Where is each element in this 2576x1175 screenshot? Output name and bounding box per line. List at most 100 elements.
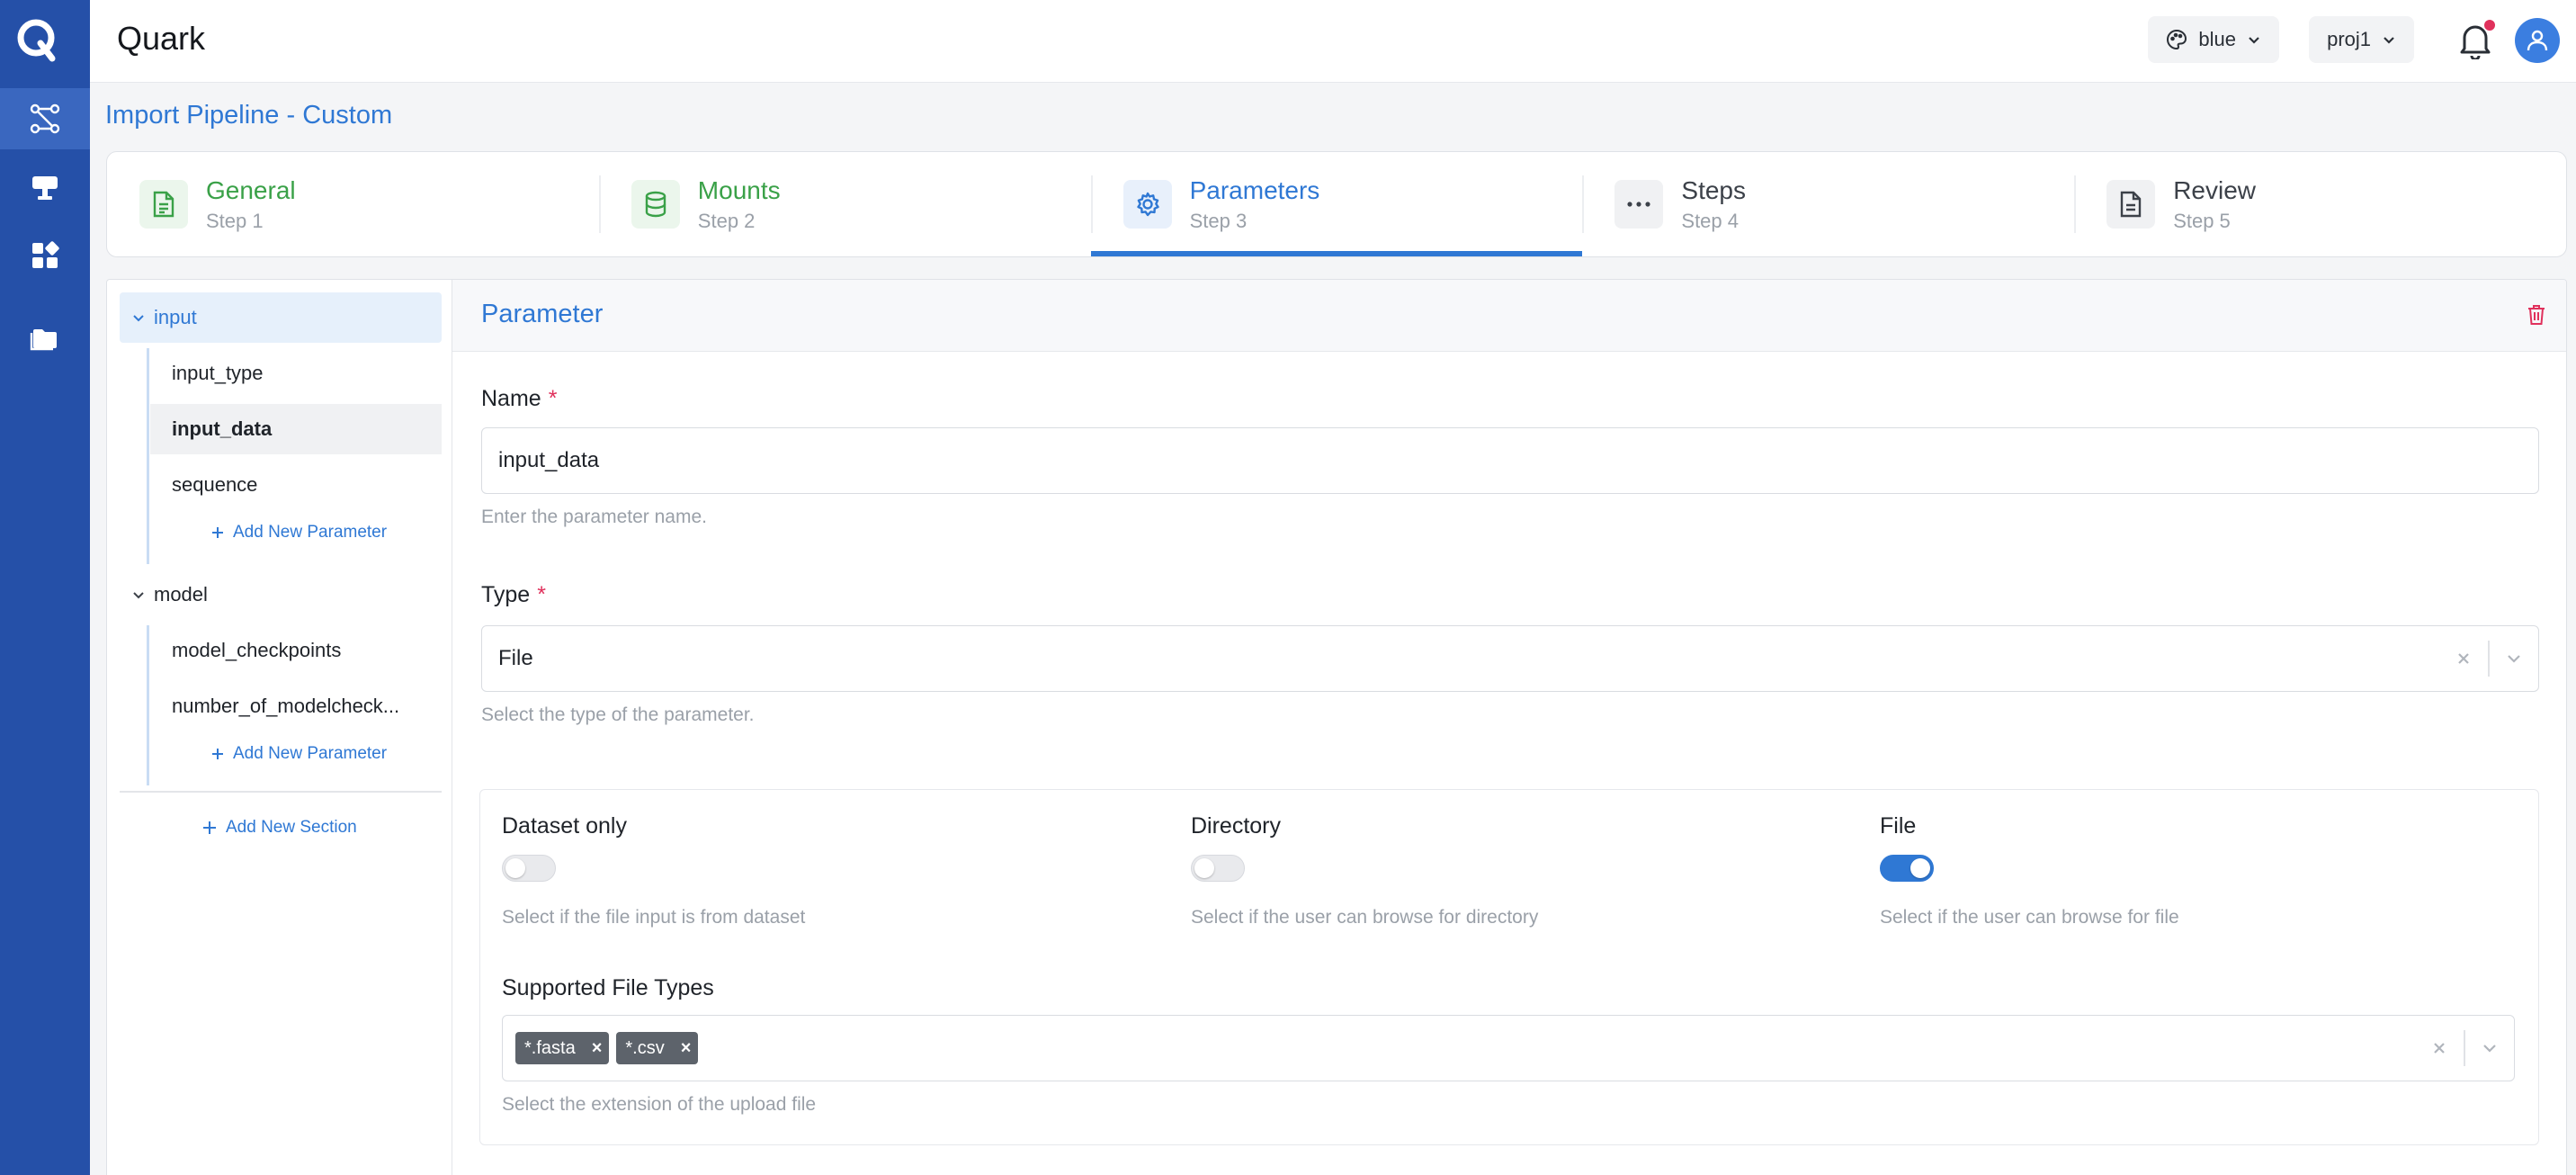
tree-item-input-data[interactable]: input_data xyxy=(150,404,442,454)
file-types-label: Supported File Types xyxy=(502,975,714,1000)
notifications-button[interactable] xyxy=(2457,20,2497,61)
type-label: Type * xyxy=(481,582,546,607)
tree-section-model[interactable]: model xyxy=(120,570,442,620)
step-icon-box xyxy=(139,180,188,229)
type-help: Select the type of the parameter. xyxy=(481,704,755,725)
plus-icon xyxy=(212,527,223,538)
tree-item-number-of-modelcheck[interactable]: number_of_modelcheck... xyxy=(150,681,442,731)
tree-section-label: model xyxy=(154,583,208,605)
chevron-down-icon[interactable] xyxy=(2465,1040,2514,1056)
add-section-button[interactable]: Add New Section xyxy=(202,818,357,838)
step-icon-box xyxy=(631,180,680,229)
clear-icon[interactable] xyxy=(2415,1041,2464,1055)
step-mounts[interactable]: Mounts Step 2 xyxy=(598,152,1091,256)
nav-apps[interactable] xyxy=(0,225,90,286)
user-icon xyxy=(2527,30,2548,51)
step-icon-box xyxy=(2106,180,2156,229)
chevron-down-icon xyxy=(2249,37,2259,44)
theme-selector[interactable]: blue xyxy=(2148,16,2279,63)
page-title: Import Pipeline - Custom xyxy=(105,101,393,130)
trash-icon[interactable] xyxy=(2527,303,2546,327)
user-avatar[interactable] xyxy=(2515,18,2560,63)
tree-item-model-checkpoints[interactable]: model_checkpoints xyxy=(150,625,442,676)
name-input[interactable]: input_data xyxy=(481,427,2539,494)
ellipsis-icon xyxy=(1627,202,1650,207)
nav-pipelines[interactable] xyxy=(0,88,90,149)
step-steps[interactable]: Steps Step 4 xyxy=(1582,152,2074,256)
step-parameters[interactable]: Parameters Step 3 xyxy=(1090,152,1583,256)
option-help: Select if the user can browse for direct… xyxy=(1191,907,1539,928)
clear-icon[interactable] xyxy=(2439,651,2488,666)
file-options-box: Dataset only Select if the file input is… xyxy=(479,789,2539,1145)
name-help: Enter the parameter name. xyxy=(481,507,707,527)
project-selector[interactable]: proj1 xyxy=(2309,16,2414,63)
type-value: File xyxy=(498,646,533,670)
tree-guide-line xyxy=(147,625,149,785)
chevron-down-icon xyxy=(2384,37,2394,44)
step-subtitle: Step 3 xyxy=(1189,210,1248,232)
option-label-dataset-only: Dataset only xyxy=(502,813,627,839)
project-value: proj1 xyxy=(2327,28,2371,50)
step-icon-box xyxy=(1123,180,1172,229)
dataset-only-toggle[interactable] xyxy=(502,855,556,882)
palette-icon xyxy=(2167,29,2187,50)
server-icon xyxy=(32,176,58,200)
tree-divider xyxy=(120,791,442,793)
chevron-down-icon[interactable] xyxy=(2490,650,2538,667)
parameter-tree: input input_type input_data sequence Add… xyxy=(107,280,452,1175)
chevron-down-icon xyxy=(133,315,144,322)
option-label-directory: Directory xyxy=(1191,813,1282,839)
app-title: Quark xyxy=(117,20,206,57)
step-title: General xyxy=(206,176,296,204)
file-icon xyxy=(2120,191,2142,218)
step-title: Review xyxy=(2173,176,2256,204)
tree-item-sequence[interactable]: sequence xyxy=(150,460,442,510)
step-icon-box xyxy=(1614,180,1664,229)
step-subtitle: Step 1 xyxy=(206,210,264,232)
nav-folders[interactable] xyxy=(0,308,90,369)
parameter-form: Parameter Name * input_data Enter the par… xyxy=(452,280,2566,1175)
step-title: Steps xyxy=(1681,176,1746,204)
file-type-chip: *.csv × xyxy=(616,1032,699,1064)
theme-value: blue xyxy=(2198,28,2236,50)
form-title: Parameter xyxy=(481,300,604,328)
option-help: Select if the user can browse for file xyxy=(1880,907,2179,928)
tree-guide-line xyxy=(147,348,149,564)
step-general[interactable]: General Step 1 xyxy=(107,152,599,256)
add-parameter-label: Add New Parameter xyxy=(233,523,388,542)
app-logo[interactable] xyxy=(14,16,59,63)
tree-item-input-type[interactable]: input_type xyxy=(150,348,442,399)
select-controls xyxy=(2439,626,2538,691)
add-section-label: Add New Section xyxy=(226,818,357,837)
chip-remove-icon[interactable]: × xyxy=(592,1038,603,1059)
pipeline-icon xyxy=(30,103,60,134)
add-parameter-button[interactable]: Add New Parameter xyxy=(211,744,387,764)
database-icon xyxy=(645,191,666,218)
file-types-select[interactable]: *.fasta × *.csv × xyxy=(502,1015,2515,1081)
file-type-chip: *.fasta × xyxy=(515,1032,610,1064)
directory-toggle[interactable] xyxy=(1191,855,1245,882)
step-title: Parameters xyxy=(1189,176,1320,204)
wizard-stepper: General Step 1 Mounts Step 2 Parameters … xyxy=(106,151,2567,257)
folder-icon xyxy=(30,329,57,351)
add-parameter-button[interactable]: Add New Parameter xyxy=(211,523,387,543)
file-toggle[interactable] xyxy=(1880,855,1934,882)
chevron-down-icon xyxy=(133,592,144,599)
option-help: Select if the file input is from dataset xyxy=(502,907,806,928)
gear-icon xyxy=(1136,192,1159,217)
nav-servers[interactable] xyxy=(0,157,90,218)
step-review[interactable]: Review Step 5 xyxy=(2074,152,2566,256)
name-label: Name * xyxy=(481,386,558,411)
chip-remove-icon[interactable]: × xyxy=(681,1038,692,1059)
step-subtitle: Step 4 xyxy=(1681,210,1739,232)
plus-icon xyxy=(203,821,216,834)
form-header: Parameter xyxy=(452,280,2566,352)
file-types-help: Select the extension of the upload file xyxy=(502,1094,817,1115)
tree-section-input[interactable]: input xyxy=(120,292,442,343)
apps-icon xyxy=(32,241,59,268)
parameters-panel: input input_type input_data sequence Add… xyxy=(106,279,2567,1175)
step-title: Mounts xyxy=(697,176,781,204)
app-rail xyxy=(0,0,90,1175)
plus-icon xyxy=(212,749,223,759)
type-select[interactable]: File xyxy=(481,625,2539,692)
